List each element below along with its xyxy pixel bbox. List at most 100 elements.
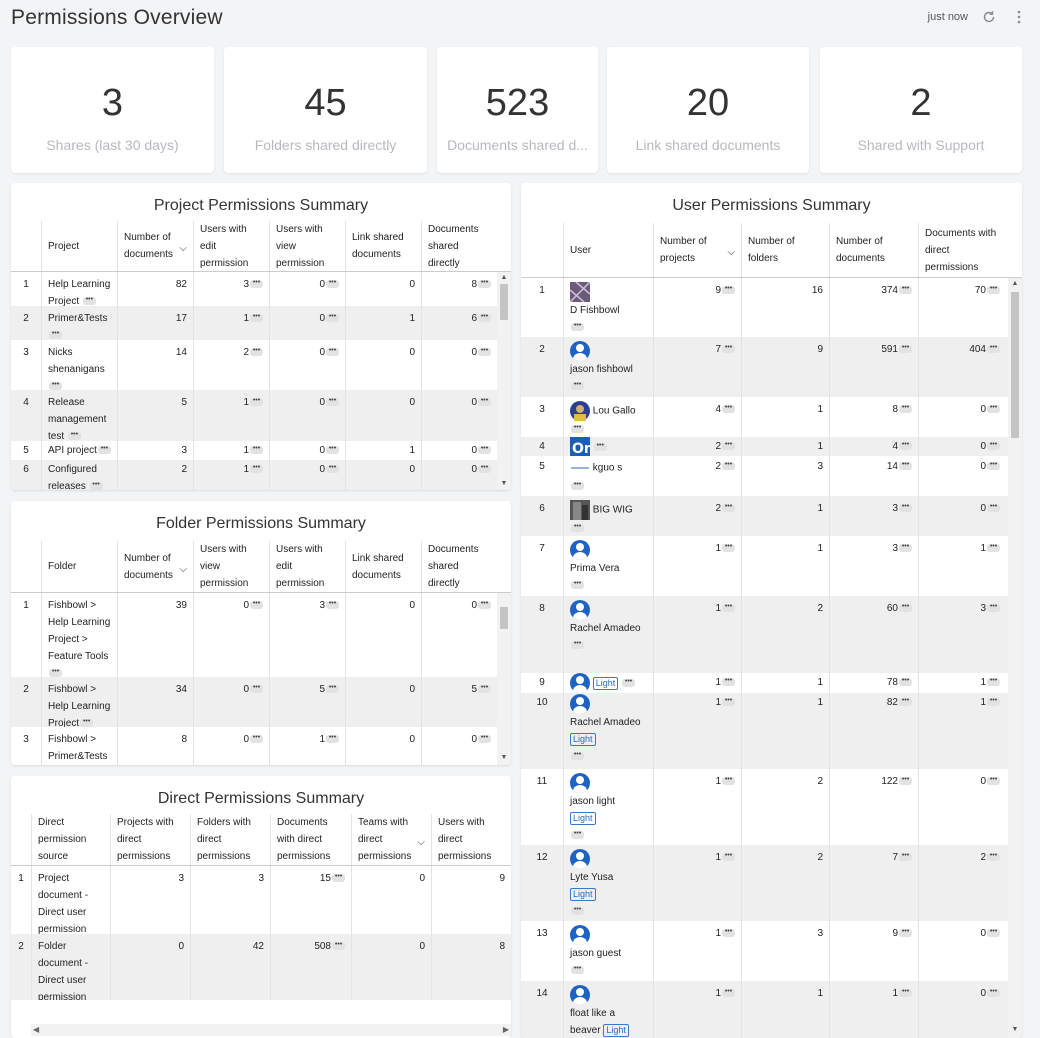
table-row[interactable]: 2 jason fishbowl ••• 7 ••• 9 591 ••• 404 •••: [521, 337, 1022, 397]
more-icon[interactable]: •••: [571, 381, 584, 391]
column-header[interactable]: Direct permission source: [31, 814, 110, 865]
more-icon[interactable]: •••: [478, 279, 491, 289]
more-icon[interactable]: •••: [89, 481, 103, 490]
table-row[interactable]: 4 On ••• 2••• 1 4••• 0•••: [521, 437, 1022, 456]
kpi-card-shares[interactable]: 3 Shares (last 30 days): [11, 47, 214, 173]
column-header[interactable]: Documents with direct permissions: [270, 814, 351, 865]
more-icon[interactable]: •••: [899, 404, 912, 414]
more-icon[interactable]: •••: [571, 523, 584, 533]
more-icon[interactable]: •••: [571, 424, 584, 434]
more-icon[interactable]: •••: [722, 928, 735, 938]
scroll-left-icon[interactable]: ◀: [33, 1025, 39, 1034]
more-icon[interactable]: •••: [326, 600, 339, 610]
column-header[interactable]: Documents shared directly: [421, 221, 497, 271]
more-icon[interactable]: •••: [987, 988, 1000, 998]
more-icon[interactable]: •••: [593, 442, 607, 451]
kpi-card-folders-shared[interactable]: 45 Folders shared directly: [224, 47, 427, 173]
scroll-up-icon[interactable]: ▲: [497, 274, 511, 282]
table-row[interactable]: 3 Fishbowl > Primer&Tests 8 0 ••• 1 ••• 0 …: [11, 727, 511, 765]
table-row[interactable]: 6 BIG WIG ••• 2 ••• 1 3 ••• 0 •••: [521, 496, 1022, 536]
column-header[interactable]: Folder: [41, 541, 117, 592]
column-header[interactable]: Documents with direct permissions: [918, 223, 1006, 277]
more-icon[interactable]: •••: [899, 928, 912, 938]
more-vertical-icon[interactable]: [1010, 8, 1028, 26]
more-icon[interactable]: •••: [987, 441, 1000, 451]
more-icon[interactable]: •••: [987, 677, 1000, 687]
more-icon[interactable]: •••: [987, 543, 1000, 553]
more-icon[interactable]: •••: [250, 347, 263, 357]
more-icon[interactable]: •••: [49, 381, 62, 390]
table-row[interactable]: 1 Help Learning Project ••• 82 3 ••• 0 •••…: [11, 272, 511, 306]
more-icon[interactable]: •••: [722, 677, 735, 687]
table-row[interactable]: 8 Rachel Amadeo ••• 1 ••• 2 60 ••• 3 •••: [521, 596, 1022, 673]
column-header-sorted[interactable]: Number of projects ⌵: [653, 223, 741, 277]
column-header[interactable]: Folders with direct permissions: [190, 814, 270, 865]
more-icon[interactable]: •••: [722, 441, 735, 451]
table-row[interactable]: 2 Folder document - Direct user permissi…: [11, 934, 511, 1000]
more-icon[interactable]: •••: [326, 347, 339, 357]
table-row[interactable]: 3 Nicks shenanigans ••• 14 2 ••• 0 ••• 0 0…: [11, 340, 511, 390]
more-icon[interactable]: •••: [326, 445, 339, 455]
column-header[interactable]: Users with view permission: [269, 221, 345, 271]
more-icon[interactable]: •••: [722, 543, 735, 553]
table-row[interactable]: 11 jason light Light ••• 1 ••• 2 122 ••• 0…: [521, 769, 1022, 845]
vertical-scrollbar[interactable]: ▲ ▼: [1008, 278, 1022, 1038]
table-row[interactable]: 1 Fishbowl > Help Learning Project > Fea…: [11, 593, 511, 677]
more-icon[interactable]: •••: [478, 684, 491, 694]
scroll-right-icon[interactable]: ▶: [503, 1025, 509, 1034]
more-icon[interactable]: •••: [987, 404, 1000, 414]
column-header-sorted[interactable]: Teams with direct permissions ⌵: [351, 814, 431, 865]
column-header[interactable]: Link shared documents: [345, 541, 421, 592]
more-icon[interactable]: •••: [571, 830, 584, 840]
scroll-thumb[interactable]: [1011, 292, 1019, 438]
more-icon[interactable]: •••: [571, 481, 584, 491]
scroll-thumb[interactable]: [500, 284, 508, 320]
scroll-down-icon[interactable]: ▼: [1008, 1026, 1022, 1034]
more-icon[interactable]: •••: [722, 285, 735, 295]
column-header[interactable]: Users with direct permissions: [431, 814, 511, 865]
scroll-down-icon[interactable]: ▼: [497, 754, 511, 762]
column-header[interactable]: Documents shared directly: [421, 541, 497, 592]
more-icon[interactable]: •••: [899, 543, 912, 553]
more-icon[interactable]: •••: [987, 285, 1000, 295]
table-row[interactable]: 9 Light ••• 1 ••• 1 78 ••• 1 •••: [521, 673, 1022, 693]
column-header-sorted[interactable]: Number of documents ⌵: [117, 221, 193, 271]
table-row[interactable]: 12 Lyte Yusa Light ••• 1 ••• 2 7 ••• 2 •••: [521, 845, 1022, 921]
more-icon[interactable]: •••: [478, 397, 491, 407]
more-icon[interactable]: •••: [478, 445, 491, 455]
more-icon[interactable]: •••: [326, 279, 339, 289]
more-icon[interactable]: •••: [987, 603, 1000, 613]
column-header[interactable]: Link shared documents: [345, 221, 421, 271]
more-icon[interactable]: •••: [987, 697, 1000, 707]
more-icon[interactable]: •••: [571, 751, 584, 761]
table-row[interactable]: 1 D Fishbowl ••• 9 ••• 16 374 ••• 70 •••: [521, 278, 1022, 337]
table-row[interactable]: 2 Primer&Tests ••• 17 1 ••• 0 ••• 1 6 •••: [11, 306, 511, 340]
table-row[interactable]: 5 kguo s ••• 2 ••• 3 14 ••• 0 •••: [521, 456, 1022, 496]
table-row[interactable]: 1 Project document - Direct user permiss…: [11, 866, 511, 934]
more-icon[interactable]: •••: [49, 330, 62, 340]
more-icon[interactable]: •••: [326, 313, 339, 323]
more-icon[interactable]: •••: [478, 734, 491, 744]
more-icon[interactable]: •••: [49, 668, 62, 677]
more-icon[interactable]: •••: [250, 397, 263, 407]
more-icon[interactable]: •••: [722, 603, 735, 613]
more-icon[interactable]: •••: [899, 441, 912, 451]
scroll-up-icon[interactable]: ▲: [1008, 280, 1022, 288]
more-icon[interactable]: •••: [899, 344, 912, 354]
more-icon[interactable]: •••: [478, 347, 491, 357]
more-icon[interactable]: •••: [326, 684, 339, 694]
more-icon[interactable]: •••: [571, 965, 584, 975]
more-icon[interactable]: •••: [722, 461, 735, 471]
more-icon[interactable]: •••: [722, 988, 735, 998]
more-icon[interactable]: •••: [332, 873, 345, 883]
more-icon[interactable]: •••: [478, 464, 491, 474]
more-icon[interactable]: •••: [899, 677, 912, 687]
scroll-down-icon[interactable]: ▼: [497, 480, 511, 488]
more-icon[interactable]: •••: [571, 906, 584, 916]
more-icon[interactable]: •••: [250, 600, 263, 610]
scroll-thumb[interactable]: [500, 607, 508, 629]
more-icon[interactable]: •••: [478, 313, 491, 323]
more-icon[interactable]: •••: [722, 697, 735, 707]
vertical-scrollbar[interactable]: ▼: [497, 593, 511, 765]
more-icon[interactable]: •••: [899, 285, 912, 295]
